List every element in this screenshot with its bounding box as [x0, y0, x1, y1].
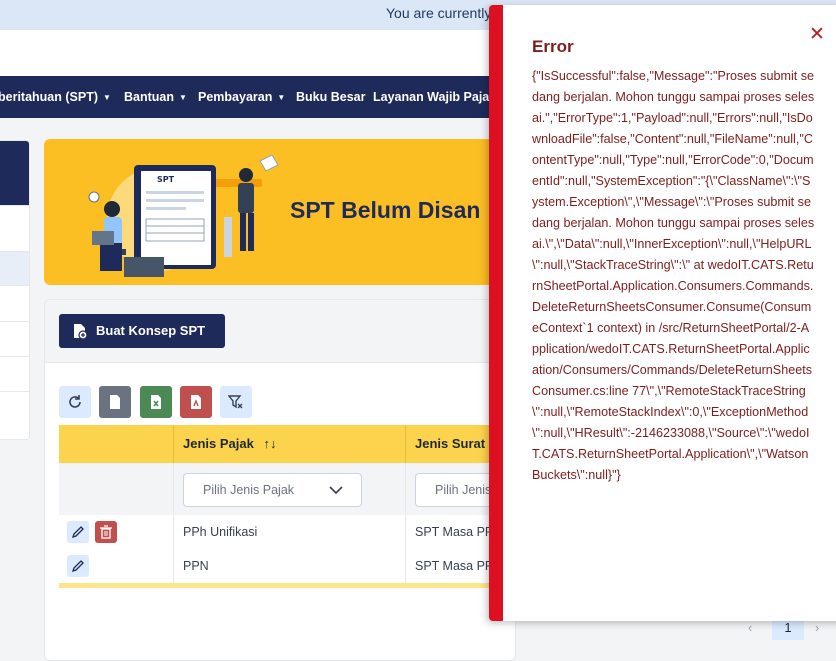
column-header-jenis-pajak[interactable]: Jenis Pajak ↑↓ [183, 425, 276, 463]
side-menu-item[interactable] [0, 205, 29, 240]
chevron-down-icon: ▼ [277, 93, 286, 102]
edit-button[interactable] [67, 521, 89, 543]
error-modal-message: {"IsSuccessful":false,"Message":"Proses … [532, 69, 815, 482]
edit-button[interactable] [67, 555, 89, 577]
buat-konsep-spt-button[interactable]: Buat Konsep SPT [59, 314, 225, 348]
chevron-down-icon [329, 486, 343, 495]
side-menu-header [0, 141, 29, 205]
cell-jenis-surat: SPT Masa PP [415, 525, 494, 539]
side-menu-item[interactable] [0, 391, 29, 426]
table-row[interactable]: PPh Unifikasi SPT Masa PP [59, 515, 515, 550]
column-divider [173, 549, 174, 583]
sort-icon[interactable]: ↑↓ [263, 436, 276, 451]
column-divider [173, 425, 174, 463]
nav-item-bantuan[interactable]: Bantuan ▼ [124, 76, 187, 118]
jenis-surat-filter-placeholder: Pilih Jenis [435, 483, 492, 497]
pencil-icon [71, 560, 84, 573]
column-divider [173, 515, 174, 549]
nav-item-label: Pembayaran [198, 90, 273, 104]
trash-icon [100, 525, 112, 539]
table-header: Jenis Pajak ↑↓ Jenis Surat [59, 425, 515, 463]
cell-jenis-pajak: PPN [183, 559, 209, 573]
filter-clear-icon [228, 395, 243, 409]
column-header-jenis-pajak-label: Jenis Pajak [183, 436, 254, 451]
card-header: Buat Konsep SPT [45, 300, 515, 363]
pencil-icon [71, 526, 84, 539]
chevron-down-icon: ▼ [103, 93, 111, 102]
hero-banner: SPT SPT Belum Disan [44, 139, 514, 285]
document-icon [110, 395, 120, 409]
table-filter-row: Pilih Jenis Pajak Pilih Jenis [59, 463, 527, 516]
nav-item-pemberitahuan[interactable]: beritahuan (SPT) ▼ [0, 76, 111, 118]
excel-icon [151, 395, 161, 409]
column-divider [405, 425, 406, 463]
nav-item-layanan-wajib-pajak[interactable]: Layanan Wajib Pajak [373, 76, 496, 118]
side-menu-item[interactable] [0, 356, 29, 391]
nav-item-label: Bantuan [124, 90, 174, 104]
side-menu-item-active[interactable] [0, 251, 29, 286]
nav-item-label: Layanan Wajib Pajak [373, 90, 497, 104]
nav-item-buku-besar[interactable]: Buku Besar [296, 76, 365, 118]
table-scrollbar[interactable] [59, 583, 515, 588]
side-menu-panel [0, 140, 30, 440]
nav-item-label: Buku Besar [296, 90, 366, 104]
spt-illustration-label: SPT [157, 175, 175, 184]
close-icon[interactable]: ✕ [807, 25, 827, 45]
table-row[interactable]: PPN SPT Masa PP [59, 549, 515, 584]
buat-konsep-spt-label: Buat Konsep SPT [96, 323, 206, 338]
cell-jenis-surat: SPT Masa PP [415, 559, 494, 573]
hero-title: SPT Belum Disan [290, 197, 481, 223]
spt-list-card: Buat Konsep SPT Jenis Pajak ↑↓ Jenis Sur… [44, 299, 527, 661]
export-document-button[interactable] [99, 386, 131, 418]
spt-illustration: SPT [88, 154, 279, 277]
refresh-icon [69, 395, 81, 408]
jenis-pajak-filter-select[interactable]: Pilih Jenis Pajak [183, 473, 362, 507]
new-document-icon [74, 324, 88, 339]
column-divider [173, 463, 174, 515]
column-header-actions [59, 425, 173, 463]
pdf-icon [191, 395, 201, 409]
nav-item-label: beritahuan (SPT) [0, 90, 99, 104]
refresh-button[interactable] [59, 386, 91, 418]
cell-jenis-pajak: PPh Unifikasi [183, 525, 258, 539]
jenis-pajak-filter-placeholder: Pilih Jenis Pajak [203, 483, 295, 497]
column-divider [405, 549, 406, 583]
nav-item-pembayaran[interactable]: Pembayaran ▼ [198, 76, 285, 118]
clear-filter-button[interactable] [220, 386, 252, 418]
chevron-down-icon: ▼ [179, 93, 187, 102]
column-divider [405, 463, 406, 515]
export-pdf-button[interactable] [180, 386, 212, 418]
column-divider [405, 515, 406, 549]
side-menu-item[interactable] [0, 285, 29, 320]
side-menu-item[interactable] [0, 321, 29, 356]
column-header-jenis-surat[interactable]: Jenis Surat [415, 425, 485, 463]
error-modal: Error ✕ {"IsSuccessful":false,"Message":… [489, 5, 836, 621]
error-modal-title: Error [532, 37, 574, 56]
info-banner-text: You are currently [386, 5, 492, 21]
export-excel-button[interactable] [140, 386, 172, 418]
delete-button[interactable] [95, 521, 117, 543]
